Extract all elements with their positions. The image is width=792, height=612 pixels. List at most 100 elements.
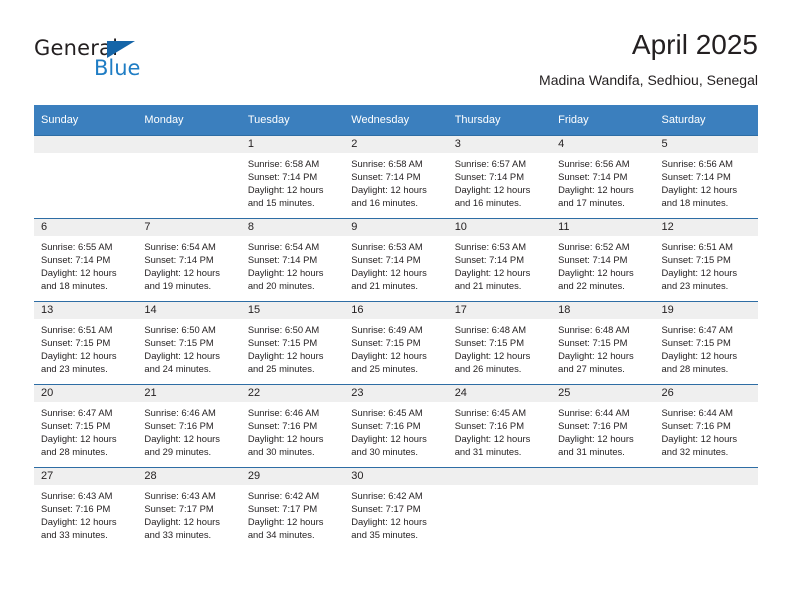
daylight-text-line1: Daylight: 12 hours xyxy=(144,266,220,278)
sunset-text: Sunset: 7:15 PM xyxy=(41,336,111,348)
daylight-text-line1: Daylight: 12 hours xyxy=(247,515,324,527)
day-details: Sunrise: 6:48 AM Sunset: 7:15 PM Daylight:… xyxy=(551,319,654,376)
sunset-text: Sunset: 7:16 PM xyxy=(454,419,524,431)
sunrise-text: Sunrise: 6:54 AM xyxy=(247,241,320,252)
day-details: Sunrise: 6:43 AM Sunset: 7:16 PM Daylight:… xyxy=(34,485,137,542)
day-details xyxy=(448,485,551,490)
sunset-text: Sunset: 7:14 PM xyxy=(247,253,318,265)
brand-logo[interactable]: General Blue xyxy=(34,36,234,88)
day-number: 11 xyxy=(551,219,655,236)
weekday-header-thursday: Thursday xyxy=(447,105,552,136)
daylight-text-line2: and 30 minutes. xyxy=(247,445,315,457)
calendar-day-cell[interactable]: 17 Sunrise: 6:48 AM Sunset: 7:15 PM Dayligh… xyxy=(447,301,552,385)
daylight-text-line2: and 31 minutes. xyxy=(454,445,522,457)
calendar-day-cell[interactable]: 23 Sunrise: 6:45 AM Sunset: 7:16 PM Dayligh… xyxy=(344,384,448,468)
daylight-text-line2: and 34 minutes. xyxy=(247,528,315,540)
daylight-text-line2: and 28 minutes. xyxy=(661,362,729,374)
sunset-text: Sunset: 7:14 PM xyxy=(247,170,318,182)
day-details: Sunrise: 6:42 AM Sunset: 7:17 PM Daylight:… xyxy=(241,485,344,542)
calendar-day-cell[interactable]: 21 Sunrise: 6:46 AM Sunset: 7:16 PM Dayligh… xyxy=(137,384,241,468)
day-number: 18 xyxy=(551,302,655,319)
daylight-text-line2: and 23 minutes. xyxy=(41,362,108,374)
daylight-text-line1: Daylight: 12 hours xyxy=(247,183,324,195)
daylight-text-line2: and 16 minutes. xyxy=(454,196,522,208)
day-details: Sunrise: 6:58 AM Sunset: 7:14 PM Daylight:… xyxy=(241,153,344,210)
sunset-text: Sunset: 7:16 PM xyxy=(661,419,731,431)
page-subtitle: Madina Wandifa, Sedhiou, Senegal xyxy=(539,72,758,88)
calendar-day-cell[interactable]: 15 Sunrise: 6:50 AM Sunset: 7:15 PM Dayligh… xyxy=(240,301,345,385)
sunset-text: Sunset: 7:16 PM xyxy=(247,419,318,431)
calendar-day-cell[interactable]: 5 Sunrise: 6:56 AM Sunset: 7:14 PM Daylight… xyxy=(654,135,758,219)
day-number xyxy=(654,468,758,485)
day-details: Sunrise: 6:51 AM Sunset: 7:15 PM Daylight:… xyxy=(34,319,137,376)
calendar-day-cell[interactable]: 27 Sunrise: 6:43 AM Sunset: 7:16 PM Dayligh… xyxy=(34,467,138,550)
calendar-day-cell[interactable]: 9 Sunrise: 6:53 AM Sunset: 7:14 PM Daylight… xyxy=(344,218,448,302)
sunset-text: Sunset: 7:15 PM xyxy=(41,419,111,431)
day-cell-inner: 12 Sunrise: 6:51 AM Sunset: 7:15 PM Dayligh… xyxy=(654,219,758,301)
day-number: 7 xyxy=(137,219,241,236)
daylight-text-line1: Daylight: 12 hours xyxy=(558,349,634,361)
daylight-text-line1: Daylight: 12 hours xyxy=(247,432,324,444)
daylight-text-line2: and 32 minutes. xyxy=(661,445,729,457)
sunset-text: Sunset: 7:15 PM xyxy=(558,336,628,348)
day-cell-inner xyxy=(654,468,758,550)
calendar-day-cell[interactable]: 25 Sunrise: 6:44 AM Sunset: 7:16 PM Dayligh… xyxy=(551,384,655,468)
day-details: Sunrise: 6:53 AM Sunset: 7:14 PM Daylight:… xyxy=(344,236,447,293)
day-number: 3 xyxy=(447,136,552,153)
daylight-text-line2: and 27 minutes. xyxy=(558,362,625,374)
day-number: 24 xyxy=(447,385,552,402)
calendar-day-cell[interactable]: 6 Sunrise: 6:55 AM Sunset: 7:14 PM Daylight… xyxy=(34,218,138,302)
daylight-text-line2: and 35 minutes. xyxy=(351,528,418,540)
calendar-day-cell[interactable]: 4 Sunrise: 6:56 AM Sunset: 7:14 PM Daylight… xyxy=(551,135,655,219)
calendar-day-cell[interactable]: 24 Sunrise: 6:45 AM Sunset: 7:16 PM Dayligh… xyxy=(447,384,552,468)
calendar-day-cell[interactable]: 22 Sunrise: 6:46 AM Sunset: 7:16 PM Dayligh… xyxy=(240,384,345,468)
daylight-text-line1: Daylight: 12 hours xyxy=(144,432,220,444)
calendar-day-cell[interactable]: 8 Sunrise: 6:54 AM Sunset: 7:14 PM Daylight… xyxy=(240,218,345,302)
calendar-body: 1 Sunrise: 6:58 AM Sunset: 7:14 PM Daylight… xyxy=(34,135,758,550)
day-cell-inner: 26 Sunrise: 6:44 AM Sunset: 7:16 PM Dayligh… xyxy=(654,385,758,467)
calendar-day-cell xyxy=(137,135,241,219)
day-number xyxy=(551,468,655,485)
daylight-text-line2: and 21 minutes. xyxy=(351,279,418,291)
calendar-day-cell[interactable]: 3 Sunrise: 6:57 AM Sunset: 7:14 PM Daylight… xyxy=(447,135,552,219)
calendar-day-cell[interactable]: 11 Sunrise: 6:52 AM Sunset: 7:14 PM Dayligh… xyxy=(551,218,655,302)
day-details: Sunrise: 6:47 AM Sunset: 7:15 PM Daylight:… xyxy=(34,402,137,459)
calendar-day-cell[interactable]: 30 Sunrise: 6:42 AM Sunset: 7:17 PM Dayligh… xyxy=(344,467,448,550)
calendar-day-cell[interactable]: 2 Sunrise: 6:58 AM Sunset: 7:14 PM Daylight… xyxy=(344,135,448,219)
day-details: Sunrise: 6:55 AM Sunset: 7:14 PM Daylight:… xyxy=(34,236,137,293)
daylight-text-line2: and 15 minutes. xyxy=(247,196,315,208)
day-cell-inner: 27 Sunrise: 6:43 AM Sunset: 7:16 PM Dayligh… xyxy=(34,468,138,550)
day-number: 25 xyxy=(551,385,655,402)
sunrise-text: Sunrise: 6:50 AM xyxy=(144,324,216,335)
calendar-day-cell[interactable]: 20 Sunrise: 6:47 AM Sunset: 7:15 PM Dayligh… xyxy=(34,384,138,468)
calendar-day-cell[interactable]: 28 Sunrise: 6:43 AM Sunset: 7:17 PM Dayligh… xyxy=(137,467,241,550)
sunset-text: Sunset: 7:14 PM xyxy=(144,253,214,265)
daylight-text-line1: Daylight: 12 hours xyxy=(661,266,738,278)
daylight-text-line1: Daylight: 12 hours xyxy=(558,432,634,444)
daylight-text-line1: Daylight: 12 hours xyxy=(454,432,531,444)
sunset-text: Sunset: 7:17 PM xyxy=(144,502,214,514)
sunrise-text: Sunrise: 6:48 AM xyxy=(558,324,630,335)
calendar-day-cell[interactable]: 12 Sunrise: 6:51 AM Sunset: 7:15 PM Dayligh… xyxy=(654,218,758,302)
calendar-day-cell[interactable]: 7 Sunrise: 6:54 AM Sunset: 7:14 PM Daylight… xyxy=(137,218,241,302)
calendar-day-cell[interactable]: 16 Sunrise: 6:49 AM Sunset: 7:15 PM Dayligh… xyxy=(344,301,448,385)
day-cell-inner: 9 Sunrise: 6:53 AM Sunset: 7:14 PM Daylight… xyxy=(344,219,448,301)
day-cell-inner: 28 Sunrise: 6:43 AM Sunset: 7:17 PM Dayligh… xyxy=(137,468,241,550)
calendar-day-cell[interactable]: 14 Sunrise: 6:50 AM Sunset: 7:15 PM Dayligh… xyxy=(137,301,241,385)
calendar-day-cell[interactable]: 1 Sunrise: 6:58 AM Sunset: 7:14 PM Daylight… xyxy=(240,135,345,219)
calendar-day-cell[interactable]: 19 Sunrise: 6:47 AM Sunset: 7:15 PM Dayligh… xyxy=(654,301,758,385)
daylight-text-line1: Daylight: 12 hours xyxy=(41,432,117,444)
calendar-day-cell[interactable]: 29 Sunrise: 6:42 AM Sunset: 7:17 PM Dayligh… xyxy=(240,467,345,550)
sunset-text: Sunset: 7:15 PM xyxy=(351,336,421,348)
calendar-day-cell[interactable]: 26 Sunrise: 6:44 AM Sunset: 7:16 PM Dayligh… xyxy=(654,384,758,468)
daylight-text-line1: Daylight: 12 hours xyxy=(661,432,738,444)
calendar-day-cell[interactable]: 18 Sunrise: 6:48 AM Sunset: 7:15 PM Dayligh… xyxy=(551,301,655,385)
calendar-day-cell[interactable]: 10 Sunrise: 6:53 AM Sunset: 7:14 PM Dayligh… xyxy=(447,218,552,302)
day-cell-inner: 16 Sunrise: 6:49 AM Sunset: 7:15 PM Dayligh… xyxy=(344,302,448,384)
calendar-day-cell[interactable]: 13 Sunrise: 6:51 AM Sunset: 7:15 PM Dayligh… xyxy=(34,301,138,385)
daylight-text-line1: Daylight: 12 hours xyxy=(351,266,427,278)
calendar-day-cell xyxy=(551,467,655,550)
day-cell-inner: 7 Sunrise: 6:54 AM Sunset: 7:14 PM Daylight… xyxy=(137,219,241,301)
calendar-week-row: 13 Sunrise: 6:51 AM Sunset: 7:15 PM Dayligh… xyxy=(34,301,758,385)
day-details: Sunrise: 6:53 AM Sunset: 7:14 PM Daylight:… xyxy=(448,236,551,293)
